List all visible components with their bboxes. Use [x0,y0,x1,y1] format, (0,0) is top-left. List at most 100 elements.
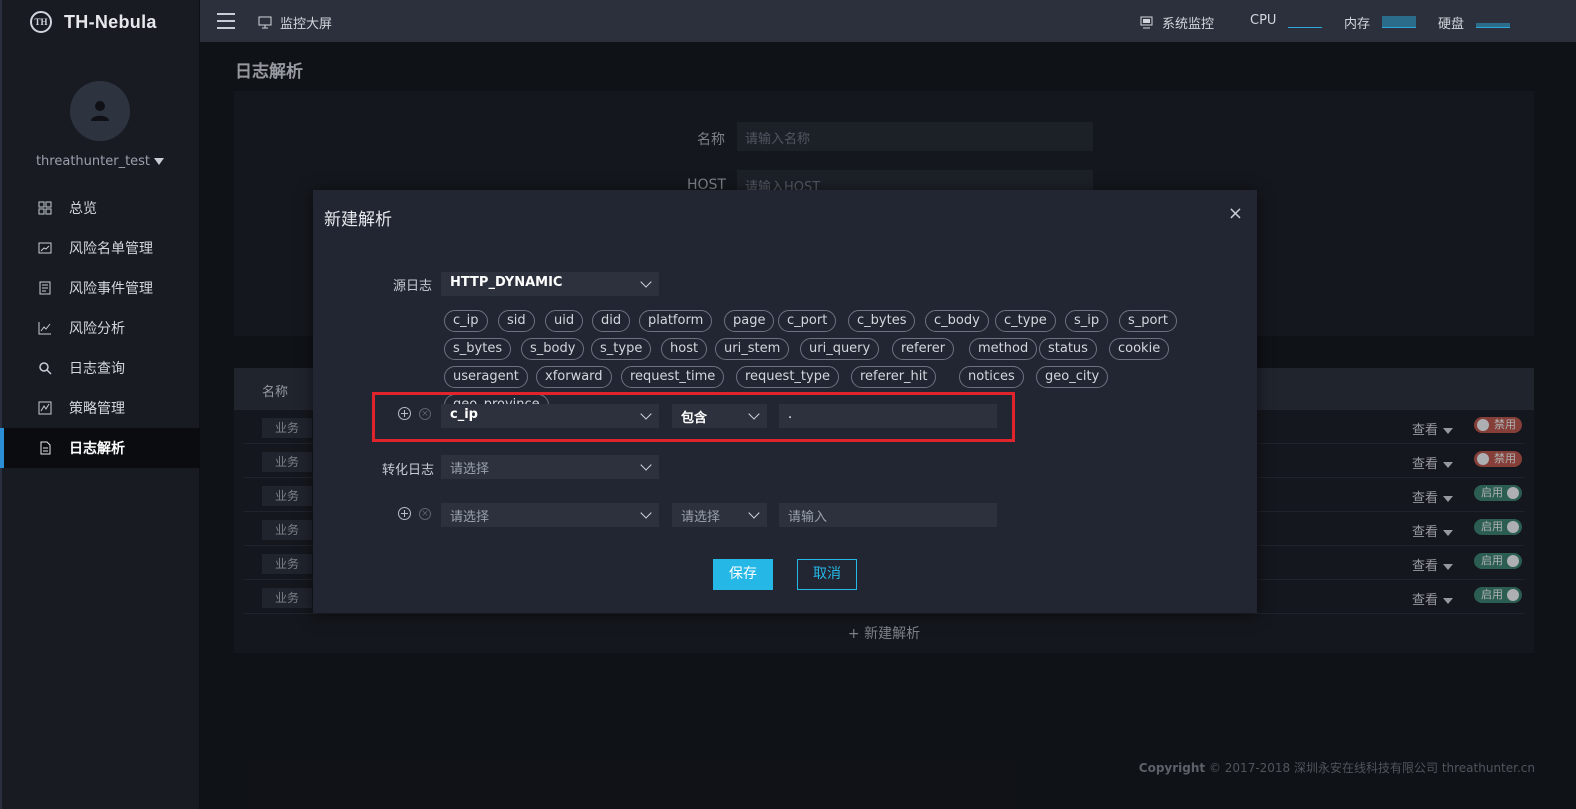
field-tag[interactable]: uri_stem [715,338,790,360]
chevron-down-icon [640,507,652,519]
memory-label: 内存 [1344,17,1371,32]
close-icon[interactable]: × [1228,203,1243,224]
condition-controls: × [398,507,431,520]
sidebar-item-risk-list[interactable]: 风险名单管理 [0,228,200,268]
chevron-down-icon [640,408,652,420]
memory-meter [1382,15,1416,28]
convert-log-label: 转化日志 [382,463,435,478]
chevron-down-icon [640,276,652,288]
remove-condition-icon[interactable]: × [419,507,431,520]
monitor-screen-link[interactable]: 监控大屏 [258,13,332,32]
document-icon [38,281,52,295]
chevron-down-icon [748,408,760,420]
field-tag[interactable]: xforward [536,366,612,388]
field-tag[interactable]: notices [959,366,1024,388]
line-chart-icon [38,321,52,335]
save-button[interactable]: 保存 [713,559,773,590]
condition-value-input[interactable]: . [779,404,997,428]
field-tag[interactable]: host [661,338,708,360]
condition-operator-placeholder: 请选择 [681,510,721,525]
add-condition-icon[interactable] [398,507,411,520]
field-tag[interactable]: s_ip [1065,310,1109,332]
field-tag[interactable]: geo_city [1036,366,1109,388]
sidebar-item-label: 策略管理 [69,401,125,417]
dialog-title: 新建解析 [324,210,392,230]
condition-operator-value: 包含 [681,411,708,426]
remove-condition-icon[interactable]: × [419,407,431,420]
sidebar-item-label: 日志查询 [69,361,125,377]
field-tag[interactable]: page [724,310,775,332]
condition-operator-select[interactable]: 请选择 [672,503,767,527]
sidebar: TH TH-Nebula threathunter_test 总览 风险名单管理 [0,0,200,809]
condition-field-select[interactable]: 请选择 [441,503,659,527]
search-icon [38,361,52,375]
system-monitor-label: 系统监控 [1162,17,1215,32]
sidebar-item-label: 风险分析 [69,321,125,337]
cpu-meter [1288,15,1322,28]
convert-log-select[interactable]: 请选择 [441,455,659,479]
field-tag[interactable]: referer [892,338,955,360]
field-tag[interactable]: uid [545,310,584,332]
field-tag[interactable]: cookie [1109,338,1170,360]
caret-down-icon [154,158,165,165]
sidebar-item-risk-analysis[interactable]: 风险分析 [0,308,200,348]
field-tag[interactable]: referer_hit [851,366,937,388]
strategy-icon [38,401,52,415]
grid-icon [38,201,52,215]
menu-icon[interactable] [217,13,235,29]
avatar[interactable] [70,81,130,141]
field-tag[interactable]: platform [639,310,713,332]
field-tag[interactable]: did [592,310,631,332]
field-tag[interactable]: c_bytes [848,310,916,332]
source-log-value: HTTP_DYNAMIC [450,275,563,290]
source-log-select[interactable]: HTTP_DYNAMIC [441,272,659,296]
disk-label: 硬盘 [1438,17,1465,32]
field-tag[interactable]: request_type [736,366,839,388]
convert-log-placeholder: 请选择 [450,462,490,477]
add-condition-icon[interactable] [398,407,411,420]
field-tag[interactable]: c_port [778,310,837,332]
sidebar-item-label: 日志解析 [69,441,125,457]
field-tag[interactable]: useragent [444,366,528,388]
app-logo[interactable]: TH TH-Nebula [30,11,157,33]
cancel-button[interactable]: 取消 [797,559,857,590]
field-tag[interactable]: c_type [995,310,1056,332]
field-tag[interactable]: request_time [621,366,725,388]
field-tag[interactable]: s_port [1119,310,1177,332]
condition-field-value: c_ip [450,407,478,422]
sidebar-item-log-query[interactable]: 日志查询 [0,348,200,388]
sidebar-item-risk-events[interactable]: 风险事件管理 [0,268,200,308]
source-log-label: 源日志 [393,279,433,294]
list-chart-icon [38,241,52,255]
field-tag[interactable]: c_body [925,310,989,332]
user-icon [91,101,109,121]
system-monitor-link[interactable]: 系统监控 [1140,13,1214,32]
condition-field-select[interactable]: c_ip [441,404,659,428]
field-tag[interactable]: s_type [591,338,652,360]
field-tag[interactable]: sid [498,310,535,332]
new-parse-dialog: 新建解析 × 源日志 HTTP_DYNAMIC c_ip sid uid did pla… [313,190,1257,613]
disk-meter [1476,15,1510,28]
field-tag[interactable]: s_bytes [444,338,512,360]
monitor-icon [258,16,272,29]
sidebar-item-label: 总览 [69,201,97,217]
field-tag[interactable]: s_body [521,338,585,360]
sidebar-item-label: 风险名单管理 [69,241,153,257]
field-tag[interactable]: method [969,338,1038,360]
app-name: TH-Nebula [64,11,157,32]
field-tag[interactable]: uri_query [800,338,880,360]
user-name: threathunter_test [35,154,151,169]
sidebar-item-label: 风险事件管理 [69,281,153,297]
field-tag[interactable]: status [1039,338,1097,360]
logo-mark: TH [30,11,52,33]
condition-operator-select[interactable]: 包含 [672,404,767,428]
sidebar-item-overview[interactable]: 总览 [0,188,200,228]
sidebar-item-strategy[interactable]: 策略管理 [0,388,200,428]
monitor-screen-label: 监控大屏 [280,17,333,32]
user-menu[interactable]: threathunter_test [0,154,200,169]
sidebar-item-log-parse[interactable]: 日志解析 [0,428,200,468]
condition-value-input[interactable]: 请输入 [779,503,997,527]
field-tag[interactable]: c_ip [444,310,488,332]
system-monitor-icon [1140,16,1153,29]
sidebar-nav: 总览 风险名单管理 风险事件管理 风险分析 日志查询 策略管理 日志解析 [0,188,200,468]
